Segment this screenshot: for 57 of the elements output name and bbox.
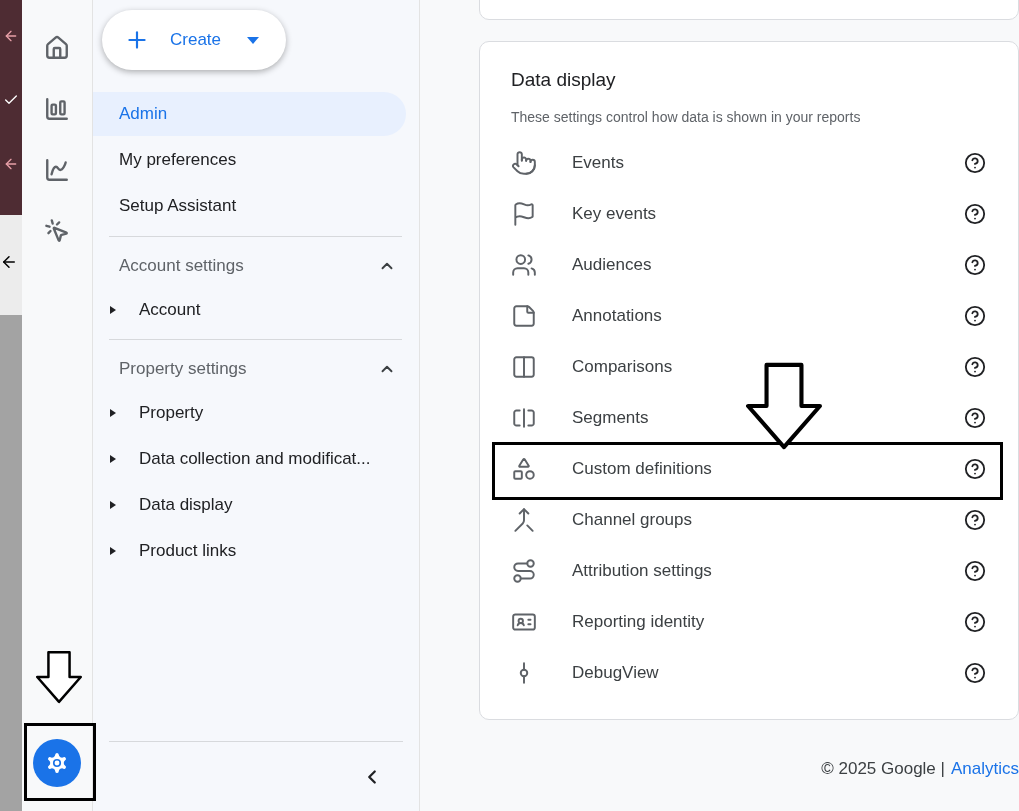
flag-icon — [511, 201, 537, 227]
settings-link[interactable]: Reporting identity — [572, 609, 964, 635]
card-title: Data display — [511, 68, 617, 92]
hand-pointer-icon — [511, 150, 537, 176]
caret-right-icon — [110, 547, 116, 555]
copyright-text: © 2025 Google | — [821, 757, 945, 780]
arrow-left-icon — [3, 156, 19, 172]
create-button[interactable]: Create — [102, 10, 286, 70]
route-icon — [511, 558, 537, 584]
settings-link[interactable]: Key events — [572, 201, 964, 227]
sidebar-item[interactable]: Admin — [93, 92, 406, 136]
settings-button[interactable] — [33, 739, 81, 787]
trend-chart-icon — [44, 157, 70, 183]
help-icon[interactable] — [964, 560, 986, 582]
caret-right-icon — [110, 455, 116, 463]
help-icon[interactable] — [964, 611, 986, 633]
help-icon[interactable] — [964, 152, 986, 174]
cursor-click-icon — [44, 218, 70, 244]
sidebar-item[interactable]: Setup Assistant — [93, 184, 406, 228]
bar-chart-icon — [44, 96, 70, 122]
sidebar-item[interactable]: My preferences — [93, 138, 406, 182]
help-icon[interactable] — [964, 305, 986, 327]
people-icon — [511, 252, 537, 278]
caret-right-icon — [110, 306, 116, 314]
settings-link[interactable]: Audiences — [572, 252, 964, 278]
help-icon[interactable] — [964, 407, 986, 429]
columns-icon — [511, 354, 537, 380]
caret-right-icon — [110, 501, 116, 509]
sidebar-link[interactable]: Data display — [139, 492, 233, 518]
help-icon[interactable] — [964, 356, 986, 378]
note-icon — [511, 303, 537, 329]
sidebar-link[interactable]: Data collection and modificat... — [139, 446, 371, 472]
sidebar-link[interactable]: Property — [139, 400, 204, 426]
help-icon[interactable] — [964, 509, 986, 531]
help-icon[interactable] — [964, 254, 986, 276]
sidebar-link[interactable]: Product links — [139, 538, 237, 564]
settings-link[interactable]: Events — [572, 150, 964, 176]
merge-icon — [511, 507, 537, 533]
settings-link[interactable]: Segments — [572, 405, 964, 431]
analytics-link[interactable]: Analytics — [950, 755, 1019, 782]
card-subtitle: These settings control how data is shown in your reports — [511, 107, 862, 127]
sidebar-link[interactable]: Account — [139, 297, 201, 323]
caret-right-icon — [110, 409, 116, 417]
settings-link[interactable]: Attribution settings — [572, 558, 964, 584]
shapes-icon — [511, 456, 537, 482]
settings-link[interactable]: Channel groups — [572, 507, 964, 533]
help-icon[interactable] — [964, 458, 986, 480]
section-header[interactable]: Property settings — [109, 348, 402, 390]
settings-link[interactable]: Comparisons — [572, 354, 964, 380]
home-icon — [44, 35, 70, 61]
section-header[interactable]: Account settings — [109, 245, 402, 287]
settings-link[interactable]: Annotations — [572, 303, 964, 329]
caret-down-icon — [247, 36, 260, 44]
settings-link[interactable]: DebugView — [572, 660, 964, 686]
settings-link[interactable]: Custom definitions — [572, 456, 964, 482]
help-icon[interactable] — [964, 203, 986, 225]
help-icon[interactable] — [964, 662, 986, 684]
